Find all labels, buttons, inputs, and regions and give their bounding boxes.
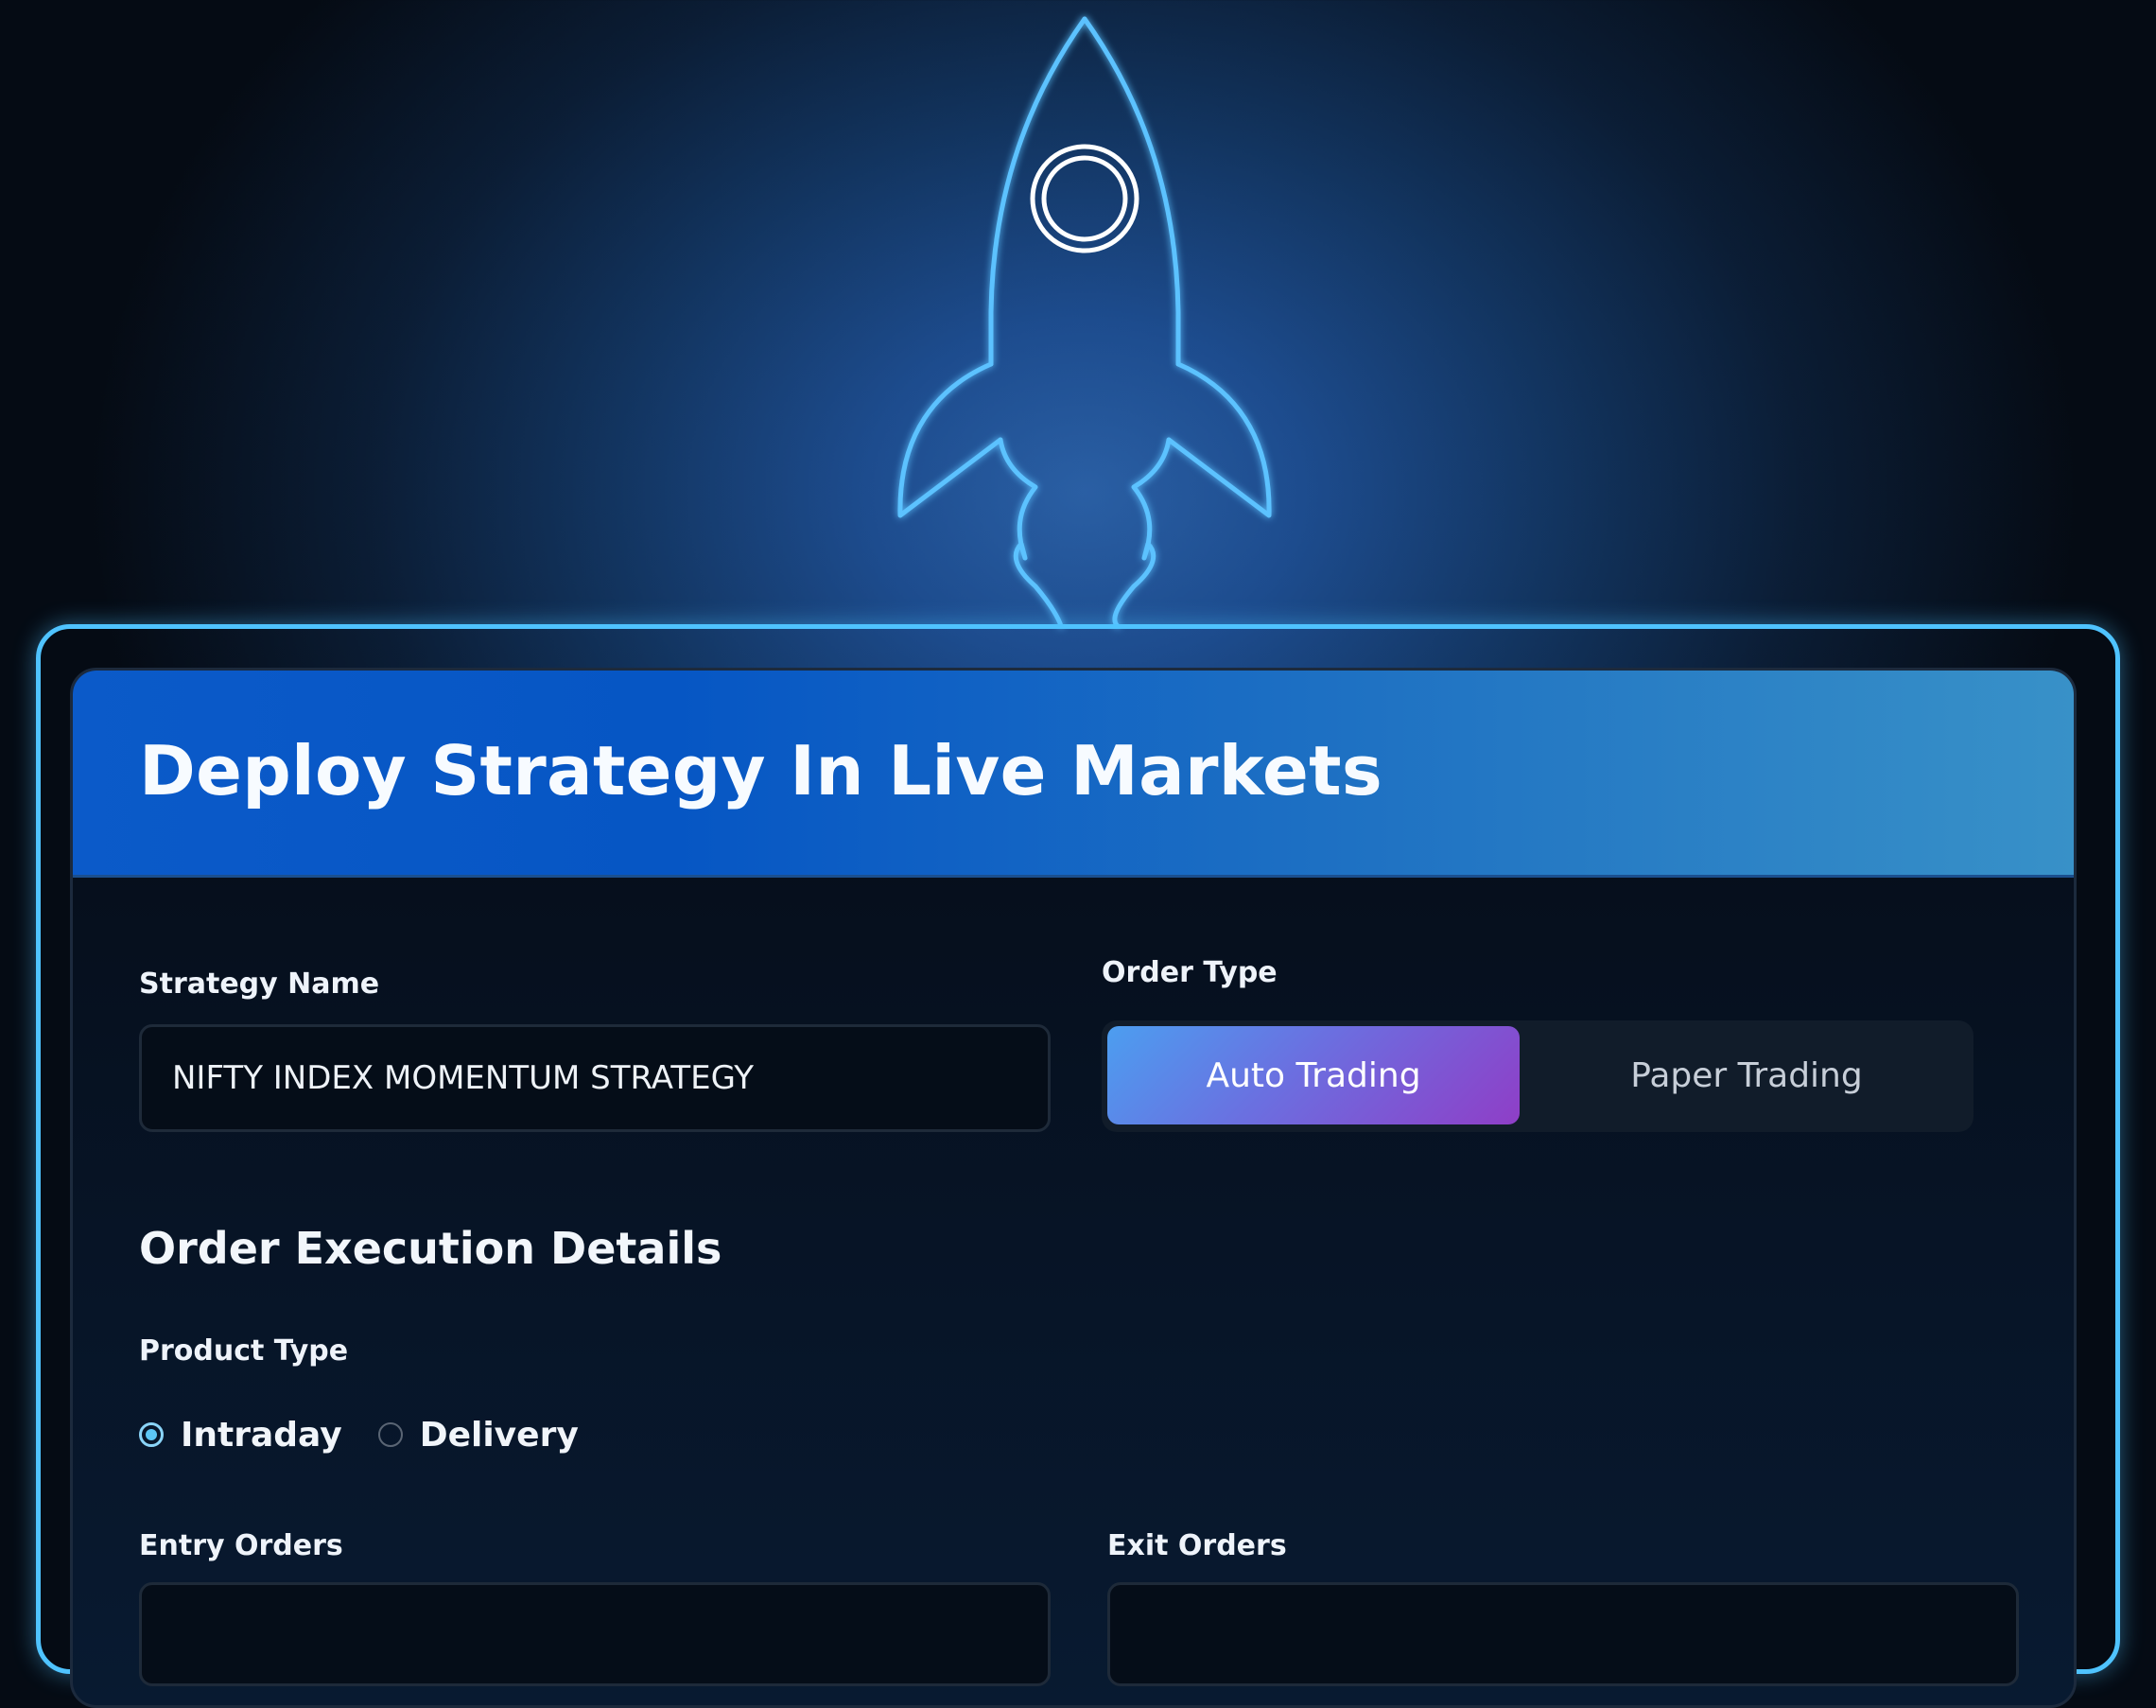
card-header: Deploy Strategy In Live Markets (73, 671, 2074, 878)
intraday-radio-label: Intraday (181, 1415, 342, 1455)
intraday-radio-option[interactable]: Intraday (139, 1416, 342, 1455)
delivery-radio-button[interactable] (377, 1422, 403, 1447)
exit-orders-field[interactable] (1107, 1582, 2019, 1686)
paper-trading-button[interactable]: Paper Trading (1525, 1026, 1968, 1124)
product-type-label: Product Type (139, 1334, 349, 1368)
product-type-radio-group: Intraday Delivery (139, 1406, 615, 1463)
deploy-strategy-card: Deploy Strategy In Live Markets Strategy… (70, 668, 2077, 1708)
auto-trading-button[interactable]: Auto Trading (1107, 1026, 1520, 1124)
order-type-label: Order Type (1102, 956, 1278, 989)
exit-orders-label: Exit Orders (1107, 1529, 1287, 1562)
order-execution-heading: Order Execution Details (139, 1223, 722, 1274)
delivery-radio-label: Delivery (419, 1415, 579, 1455)
entry-orders-field[interactable] (139, 1582, 1051, 1686)
page-title: Deploy Strategy In Live Markets (139, 731, 1383, 810)
strategy-name-label: Strategy Name (139, 967, 380, 1001)
strategy-name-input[interactable] (139, 1024, 1051, 1132)
delivery-radio-option[interactable]: Delivery (377, 1415, 579, 1455)
order-type-toggle: Auto Trading Paper Trading (1102, 1020, 1973, 1132)
intraday-radio-button[interactable] (139, 1422, 164, 1447)
entry-orders-label: Entry Orders (139, 1529, 343, 1562)
